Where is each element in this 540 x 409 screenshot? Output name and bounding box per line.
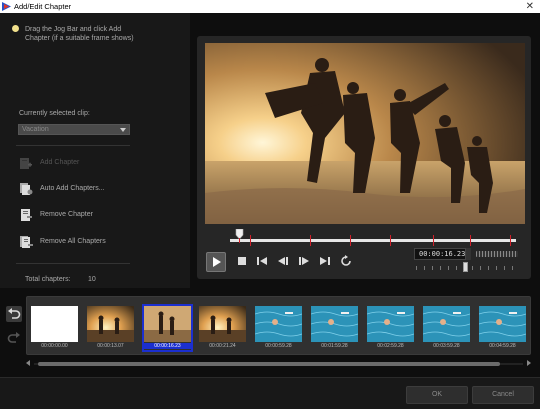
hint-text: Drag the Jog Bar and click Add Chapter (… [25,26,134,42]
selected-clip-label: Currently selected clip: [19,110,90,117]
chapter-thumbnail[interactable]: 00:00:13.07 [87,306,134,350]
next-frame-icon[interactable] [298,255,310,267]
video-frame-image [205,43,525,224]
chapter-marker[interactable] [250,235,251,246]
timecode-display[interactable]: 00:00:16.23 [414,248,466,260]
thumbnail-image [199,306,246,342]
thumbnail-timecode: 00:00:13.07 [97,343,124,349]
redo-icon [7,332,20,343]
scroll-right-arrow-icon[interactable] [527,360,531,366]
play-button[interactable] [206,252,226,272]
thumbnail-timecode: 00:00:21.24 [209,343,236,349]
clip-select-value: Vacation [22,126,49,133]
chevron-down-icon [120,128,126,132]
remove-all-chapters-label: Remove All Chapters [40,238,106,245]
strip-scrollbar[interactable] [26,360,531,367]
volume-slider[interactable] [476,251,518,257]
add-chapter-label: Add Chapter [40,159,80,166]
thumbnail-image [31,306,78,342]
skip-to-start-icon[interactable] [256,255,268,267]
thumbnail-image [311,306,358,342]
thumbnail-image [87,306,134,342]
undo-icon [8,308,21,319]
jog-bar-handle[interactable] [235,229,244,243]
chapter-marker[interactable] [350,235,351,246]
chapter-thumbnail[interactable]: 00:00:00.00 [31,306,78,350]
scroll-left-arrow-icon[interactable] [26,360,30,366]
stop-icon[interactable] [236,255,248,267]
chapter-thumbnail[interactable]: 00:03:59.28 [423,306,470,350]
remove-chapter-icon [21,209,32,221]
video-preview [205,43,525,224]
undo-button[interactable] [6,306,22,322]
chapter-marker[interactable] [310,235,311,246]
thumbnail-image [144,306,191,342]
play-icon [213,257,221,267]
thumbnail-image [367,306,414,342]
app-logo-icon [2,2,11,11]
chapter-thumbnail[interactable]: 00:00:21.24 [199,306,246,350]
timecode-spinner[interactable] [466,248,471,260]
close-icon[interactable]: ✕ [526,0,534,13]
auto-add-chapters-label: Auto Add Chapters... [40,185,105,192]
remove-chapter-label: Remove Chapter [40,211,93,218]
title-bar: Add/Edit Chapter ✕ [0,0,540,13]
thumbnail-timecode: 00:03:59.28 [433,343,460,349]
window-title: Add/Edit Chapter [14,2,72,11]
cancel-button[interactable]: Cancel [472,386,534,404]
auto-add-chapters-icon [20,183,33,195]
thumbnail-timecode: 00:04:59.28 [489,343,516,349]
scroll-thumb[interactable] [38,362,500,366]
redo-button[interactable] [6,330,22,346]
chapter-thumbnail[interactable]: 00:00:59.28 [255,306,302,350]
divider [16,145,130,146]
chapter-marker[interactable] [433,235,434,246]
chapter-marker[interactable] [390,235,391,246]
ok-button[interactable]: OK [406,386,468,404]
thumbnail-image [479,306,526,342]
divider [16,263,130,264]
skip-to-end-icon[interactable] [319,255,331,267]
hint: Drag the Jog Bar and click Add Chapter (… [12,25,147,43]
remove-all-chapters-icon [20,236,33,248]
chapter-marker[interactable] [510,235,511,246]
chapter-thumbnail[interactable]: 00:04:59.28 [479,306,526,350]
previous-frame-icon[interactable] [277,255,289,267]
clip-select[interactable]: Vacation [18,124,130,135]
total-chapters-label: Total chapters: [25,276,71,283]
thumbnail-timecode: 00:00:59.28 [265,343,292,349]
lightbulb-icon [12,25,19,32]
repeat-icon[interactable] [340,255,352,267]
chapter-thumbnail[interactable]: 00:02:59.28 [367,306,414,350]
thumbnail-timecode: 00:01:59.28 [321,343,348,349]
thumbnail-image [255,306,302,342]
thumbnail-timecode: 00:02:59.28 [377,343,404,349]
chapter-marker[interactable] [470,235,471,246]
total-chapters-count: 10 [88,276,96,283]
chapter-thumbnail[interactable]: 00:01:59.28 [311,306,358,350]
add-chapter-icon [20,158,32,169]
thumbnail-timecode: 00:00:16.23 [144,343,191,349]
thumbnail-image [423,306,470,342]
chapter-thumbnail[interactable]: 00:00:16.23 [142,304,193,352]
thumbnail-timecode: 00:00:00.00 [41,343,68,349]
jog-bar-track[interactable] [230,235,516,246]
zoom-slider-handle[interactable] [463,262,468,272]
